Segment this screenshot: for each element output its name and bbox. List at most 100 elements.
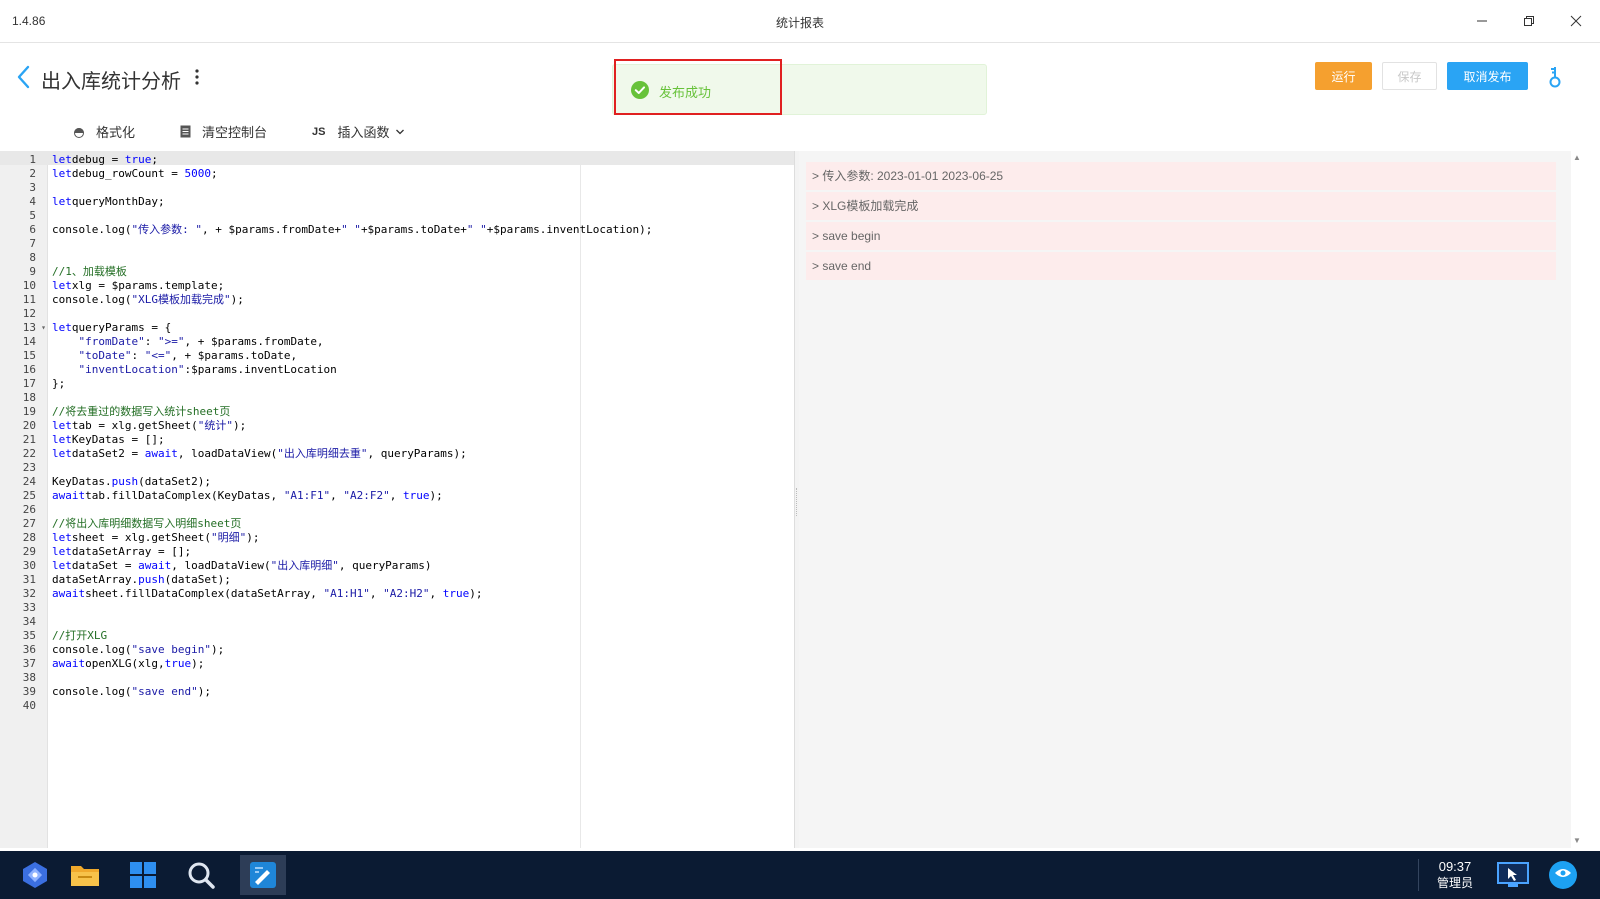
code-line[interactable]: 2 letdebug_rowCount = 5000; — [0, 167, 794, 181]
close-button[interactable] — [1561, 8, 1591, 34]
code-line[interactable]: 12 — [0, 307, 794, 321]
code-token: true — [442, 587, 470, 600]
code-line[interactable]: 25 awaittab.fillDataComplex(KeyDatas, "A1… — [0, 489, 794, 503]
search-icon[interactable] — [180, 855, 222, 895]
line-number: 32 — [22, 587, 36, 600]
code-text: awaitsheet.fillDataComplex(dataSetArray,… — [47, 587, 483, 601]
code-token: ">=" — [157, 335, 185, 348]
code-line[interactable]: 27 //将出入库明细数据写入明细sheet页 — [0, 517, 794, 531]
code-line[interactable]: 11 console.log("XLG模板加载完成"); — [0, 293, 794, 307]
code-line[interactable]: 6 console.log("传入参数: ", + $params.fromDat… — [0, 223, 794, 237]
code-line[interactable]: 18 — [0, 391, 794, 405]
code-line[interactable]: 23 — [0, 461, 794, 475]
code-token: (dataSet); — [164, 573, 231, 586]
code-line[interactable]: 17}; — [0, 377, 794, 391]
line-number: 14 — [22, 335, 36, 348]
code-line[interactable]: 8 — [0, 251, 794, 265]
more-vertical-icon[interactable] — [192, 67, 202, 87]
code-line[interactable]: 38 — [0, 671, 794, 685]
code-line[interactable]: 28 letsheet = xlg.getSheet("明细"); — [0, 531, 794, 545]
code-token: console.log( — [52, 293, 132, 306]
line-number: 17 — [22, 377, 36, 390]
format-button[interactable]: 格式化 — [72, 122, 135, 141]
code-token: dataSetArray = []; — [71, 545, 192, 558]
system-clock[interactable]: 09:37 管理员 — [1423, 859, 1487, 891]
code-text: lettab = xlg.getSheet("统计"); — [47, 419, 246, 433]
insert-function-label: 插入函数 — [337, 125, 390, 140]
chevron-down-icon — [396, 129, 405, 134]
code-token: let — [52, 433, 72, 446]
code-line[interactable]: 21 letKeyDatas = []; — [0, 433, 794, 447]
code-token: await — [52, 489, 86, 502]
code-line[interactable]: 36 console.log("save begin"); — [0, 643, 794, 657]
code-line[interactable]: 10 letxlg = $params.template; — [0, 279, 794, 293]
code-line[interactable]: 1 letdebug = true; — [0, 153, 794, 167]
code-token: , — [330, 489, 344, 502]
code-line[interactable]: 4 letqueryMonthDay; — [0, 195, 794, 209]
code-lines[interactable]: 1 letdebug = true; 2 letdebug_rowCount = 50… — [0, 153, 794, 713]
save-button[interactable]: 保存 — [1382, 62, 1437, 90]
line-number: 5 — [29, 209, 36, 222]
windows-start-icon[interactable] — [122, 855, 164, 895]
code-line[interactable]: 29 letdataSetArray = []; — [0, 545, 794, 559]
code-line[interactable]: 14 "fromDate": ">=", + $params.fromDate, — [0, 335, 794, 349]
code-token: let — [52, 559, 72, 572]
code-line[interactable]: 39 console.log("save end"); — [0, 685, 794, 699]
code-line[interactable]: 35 //打开XLG — [0, 629, 794, 643]
code-line[interactable]: 26 — [0, 503, 794, 517]
line-number: 3 — [29, 181, 36, 194]
unpublish-button[interactable]: 取消发布 — [1447, 62, 1528, 90]
line-number: 9 — [29, 265, 36, 278]
code-token: KeyDatas = []; — [71, 433, 165, 446]
scroll-down-icon[interactable]: ▼ — [1573, 836, 1581, 845]
code-line[interactable]: 30 letdataSet = await, loadDataView("出入库明… — [0, 559, 794, 573]
code-line[interactable]: 7 — [0, 237, 794, 251]
code-text: letdebug = true; — [47, 153, 158, 167]
key-icon[interactable] — [1547, 65, 1563, 89]
code-line[interactable]: 31 dataSetArray.push(dataSet); — [0, 573, 794, 587]
remote-desktop-icon[interactable] — [1492, 855, 1534, 895]
report-designer-icon[interactable] — [240, 855, 286, 895]
restore-button[interactable] — [1514, 8, 1544, 34]
chat-assistant-icon[interactable] — [1542, 855, 1584, 895]
code-line[interactable]: 20 lettab = xlg.getSheet("统计"); — [0, 419, 794, 433]
code-token: ); — [230, 293, 244, 306]
code-line[interactable]: 13 ▾ letqueryParams = { — [0, 321, 794, 335]
clear-console-button[interactable]: 清空控制台 — [178, 122, 267, 141]
code-editor[interactable]: 1 letdebug = true; 2 letdebug_rowCount = 50… — [0, 151, 795, 848]
code-token: "A1:F1" — [283, 489, 331, 502]
back-arrow-icon[interactable] — [14, 63, 34, 91]
scroll-up-icon[interactable]: ▲ — [1573, 153, 1581, 162]
code-token: : — [131, 349, 145, 362]
code-line[interactable]: 24 KeyDatas.push(dataSet2); — [0, 475, 794, 489]
code-line[interactable]: 40 — [0, 699, 794, 713]
line-number: 34 — [22, 615, 36, 628]
insert-function-dropdown[interactable]: JS 插入函数 — [312, 122, 405, 141]
code-line[interactable]: 34 — [0, 615, 794, 629]
code-line[interactable]: 5 — [0, 209, 794, 223]
console-scrollbar[interactable]: ▲ ▼ — [1571, 151, 1583, 848]
code-line[interactable]: 3 — [0, 181, 794, 195]
folder-icon[interactable] — [64, 855, 106, 895]
code-line[interactable]: 15 "toDate": "<=", + $params.toDate, — [0, 349, 794, 363]
minimize-button[interactable] — [1467, 8, 1497, 34]
app-launcher-icon[interactable] — [14, 855, 56, 895]
code-line[interactable]: 9 //1、加载模板 — [0, 265, 794, 279]
code-line[interactable]: 37 awaitopenXLG(xlg,true); — [0, 657, 794, 671]
code-token: , queryParams) — [338, 559, 432, 572]
code-line[interactable]: 32 awaitsheet.fillDataComplex(dataSetArra… — [0, 587, 794, 601]
fold-arrow-icon[interactable]: ▾ — [41, 321, 46, 335]
close-icon — [1570, 15, 1582, 27]
code-line[interactable]: 16 "inventLocation":$params.inventLocati… — [0, 363, 794, 377]
code-line[interactable]: 33 — [0, 601, 794, 615]
run-button[interactable]: 运行 — [1315, 62, 1372, 90]
code-line[interactable]: 22 letdataSet2 = await, loadDataView("出入库… — [0, 447, 794, 461]
code-token: console.log( — [52, 643, 132, 656]
code-line[interactable]: 19 //将去重过的数据写入统计sheet页 — [0, 405, 794, 419]
